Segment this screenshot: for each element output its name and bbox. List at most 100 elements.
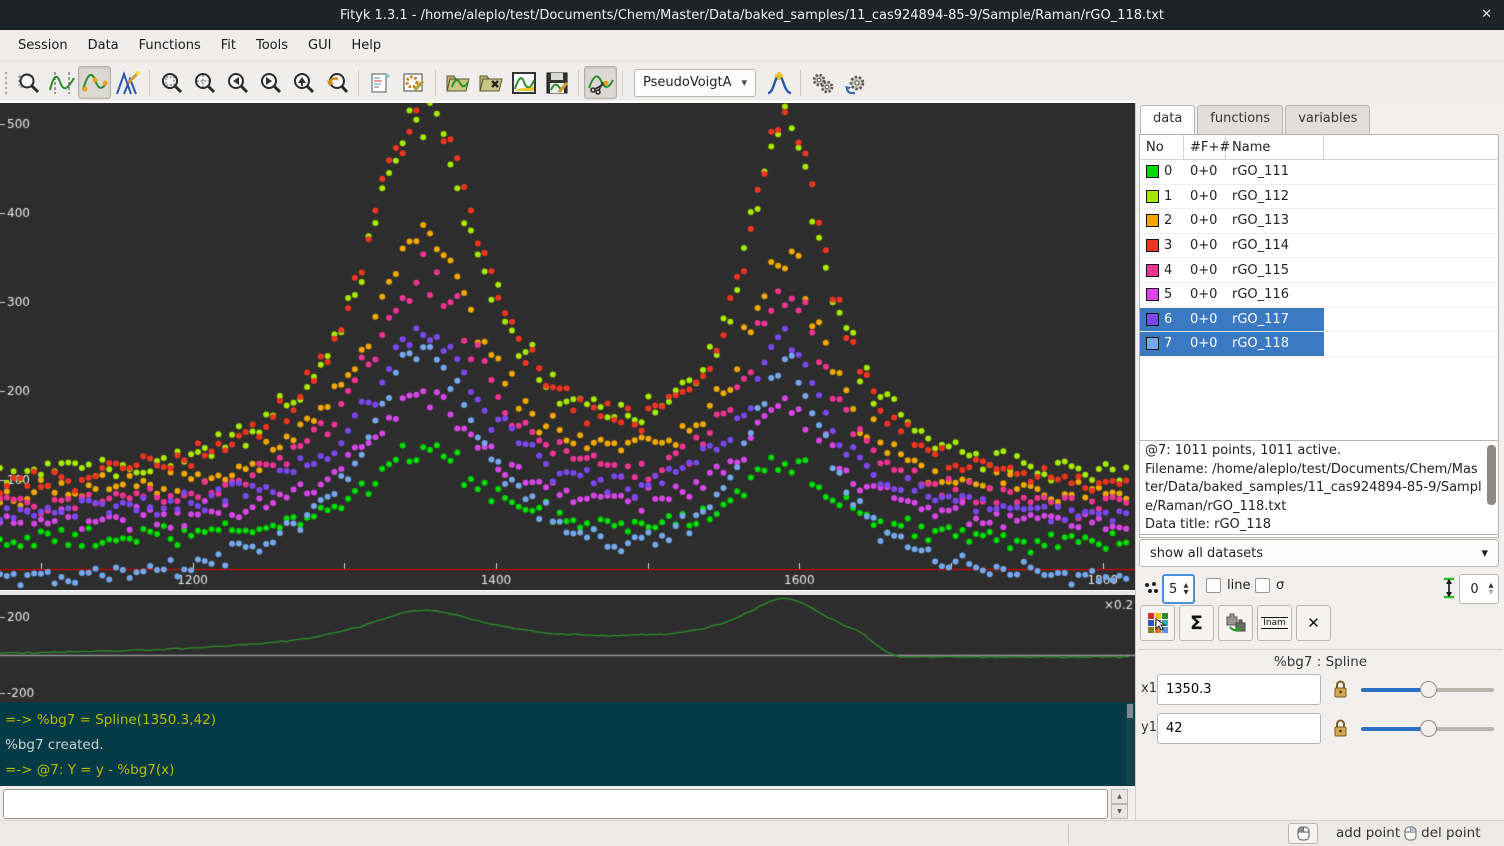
dataset-func-count: 0+0 <box>1184 258 1226 282</box>
shift-spinner[interactable]: 0 ▲▼ <box>1459 574 1499 604</box>
output-console[interactable]: =-> %bg7 = Spline(1350.3,42)%bg7 created… <box>0 702 1135 786</box>
quick-plot-icon <box>511 70 537 96</box>
main-plot-canvas[interactable] <box>0 103 1135 590</box>
column-no[interactable]: No <box>1140 135 1184 159</box>
dataset-row-rGO_116[interactable]: 50+0rGO_116 <box>1140 283 1498 308</box>
dataset-row-rGO_117[interactable]: 60+0rGO_117 <box>1140 308 1498 333</box>
add-function-button[interactable] <box>762 66 795 99</box>
tab-variables[interactable]: variables <box>1285 105 1370 134</box>
dataset-color-swatch[interactable] <box>1146 337 1159 350</box>
menu-item-fit[interactable]: Fit <box>211 33 246 58</box>
undo-fit-icon <box>843 70 869 96</box>
dataset-table-header[interactable]: No #F+# Name <box>1140 135 1498 160</box>
param-x1-input[interactable] <box>1157 674 1321 705</box>
menu-item-data[interactable]: Data <box>78 33 129 58</box>
zoom-vertical-button[interactable] <box>287 66 320 99</box>
dataset-func-count: 0+0 <box>1184 234 1226 258</box>
data-range-mode-button[interactable] <box>45 66 78 99</box>
save-session-icon <box>544 70 570 96</box>
shift-value: 0 <box>1460 575 1484 603</box>
dataset-colors-button[interactable] <box>1140 605 1175 641</box>
dataset-info-box[interactable]: @7: 1011 points, 1011 active. Filename: … <box>1139 440 1499 535</box>
menubar: SessionDataFunctionsFitToolsGUIHelp <box>0 30 1504 62</box>
function-type-dropdown[interactable]: PseudoVoigtA ▾ <box>634 69 756 97</box>
run-fit-button[interactable] <box>806 66 839 99</box>
dataset-color-swatch[interactable] <box>1146 165 1159 178</box>
dataset-row-rGO_115[interactable]: 40+0rGO_115 <box>1140 258 1498 283</box>
dataset-color-swatch[interactable] <box>1146 214 1159 227</box>
edit-script-button[interactable] <box>364 66 397 99</box>
line-checkbox[interactable]: line <box>1206 578 1250 593</box>
menu-item-gui[interactable]: GUI <box>298 33 341 58</box>
history-down-icon[interactable]: ▼ <box>1111 804 1128 819</box>
zoom-previous-button[interactable] <box>320 66 353 99</box>
lock-icon[interactable] <box>1333 680 1348 699</box>
quick-plot-button[interactable] <box>507 66 540 99</box>
menu-item-tools[interactable]: Tools <box>246 33 298 58</box>
add-peak-mode-button[interactable] <box>111 66 144 99</box>
info-scrollbar[interactable] <box>1487 445 1496 505</box>
console-scrollbar[interactable] <box>1126 703 1134 785</box>
checkbox-box[interactable] <box>1206 578 1221 593</box>
dataset-row-rGO_114[interactable]: 30+0rGO_114 <box>1140 234 1498 259</box>
strip-background-button[interactable] <box>584 66 617 99</box>
console-line-output: %bg7 created. <box>5 733 1129 758</box>
zoom-mode-button[interactable] <box>12 66 45 99</box>
append-data-button[interactable] <box>474 66 507 99</box>
copy-to-dataset-button[interactable] <box>1218 605 1253 641</box>
rename-button[interactable]: Inam <box>1257 605 1292 641</box>
open-data-button[interactable] <box>441 66 474 99</box>
undo-fit-button[interactable] <box>839 66 872 99</box>
zoom-left-button[interactable] <box>221 66 254 99</box>
param-x1-slider[interactable] <box>1361 688 1494 692</box>
menu-item-functions[interactable]: Functions <box>129 33 211 58</box>
spin-down-icon[interactable]: ▼ <box>1484 589 1498 596</box>
dataset-filter-dropdown[interactable]: show all datasets ▾ <box>1139 539 1499 567</box>
slider-thumb[interactable] <box>1420 720 1437 737</box>
tab-functions[interactable]: functions <box>1197 105 1283 134</box>
point-size-spinner[interactable]: 5 ▲▼ <box>1162 574 1195 604</box>
dataset-row-rGO_112[interactable]: 10+0rGO_112 <box>1140 185 1498 210</box>
close-window-icon[interactable]: ✕ <box>1481 7 1492 22</box>
save-session-button[interactable] <box>540 66 573 99</box>
zoom-select-button[interactable] <box>188 66 221 99</box>
dataset-name: rGO_112 <box>1226 185 1324 209</box>
data-range-mode-icon <box>49 70 75 96</box>
dataset-color-swatch[interactable] <box>1146 239 1159 252</box>
titlebar[interactable]: Fityk 1.3.1 - /home/aleplo/test/Document… <box>0 0 1504 30</box>
dataset-row-rGO_113[interactable]: 20+0rGO_113 <box>1140 209 1498 234</box>
sigma-checkbox[interactable]: σ <box>1255 578 1284 593</box>
dataset-row-rGO_111[interactable]: 00+0rGO_111 <box>1140 160 1498 185</box>
toolbar-grip[interactable] <box>2 70 9 96</box>
function-type-value: PseudoVoigtA <box>643 75 741 90</box>
zoom-right-button[interactable] <box>254 66 287 99</box>
dataset-color-swatch[interactable] <box>1146 190 1159 203</box>
command-history-spinner[interactable]: ▲ ▼ <box>1111 789 1128 819</box>
menu-item-help[interactable]: Help <box>341 33 391 58</box>
statusbar-right-divider <box>1320 820 1504 821</box>
dataset-row-rGO_118[interactable]: 70+0rGO_118 <box>1140 332 1498 357</box>
mouse-hint-button[interactable] <box>1288 823 1318 844</box>
aux-plot-canvas[interactable] <box>0 595 1135 702</box>
delete-dataset-button[interactable]: ✕ <box>1296 605 1331 641</box>
spin-down-icon[interactable]: ▼ <box>1179 589 1193 596</box>
sum-button[interactable]: Σ <box>1179 605 1214 641</box>
delete-icon: ✕ <box>1307 614 1320 632</box>
dataset-color-swatch[interactable] <box>1146 288 1159 301</box>
column-functions[interactable]: #F+# <box>1184 135 1226 159</box>
menu-item-session[interactable]: Session <box>8 33 78 58</box>
param-y1-input[interactable] <box>1157 713 1321 744</box>
param-y1-slider[interactable] <box>1361 727 1494 731</box>
session-settings-button[interactable] <box>397 66 430 99</box>
column-name[interactable]: Name <box>1226 135 1324 159</box>
tab-data[interactable]: data <box>1140 105 1195 134</box>
zoom-all-button[interactable] <box>155 66 188 99</box>
checkbox-box[interactable] <box>1255 578 1270 593</box>
baseline-mode-button[interactable] <box>78 66 111 99</box>
dataset-color-swatch[interactable] <box>1146 264 1159 277</box>
dataset-color-swatch[interactable] <box>1146 313 1159 326</box>
lock-icon[interactable] <box>1333 719 1348 738</box>
slider-thumb[interactable] <box>1420 681 1437 698</box>
history-up-icon[interactable]: ▲ <box>1111 789 1128 804</box>
command-input[interactable] <box>3 789 1108 819</box>
